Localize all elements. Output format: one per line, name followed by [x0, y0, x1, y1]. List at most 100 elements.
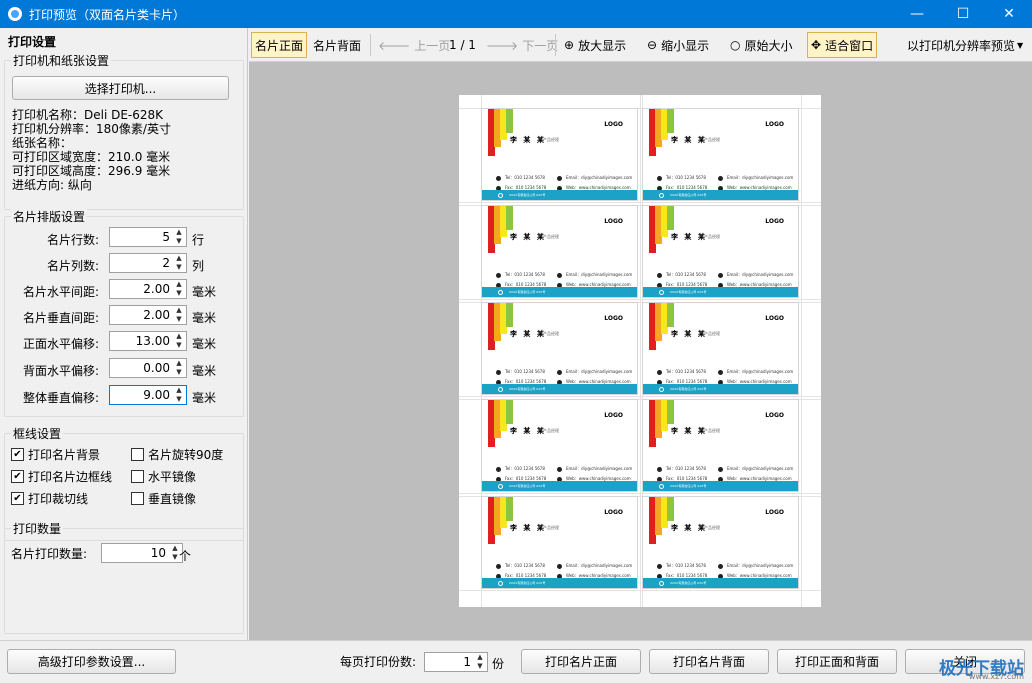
h-mirror-checkbox[interactable]: 水平镜像: [131, 468, 196, 485]
zoom-in-icon: ⊕: [564, 38, 575, 52]
resolution-preview-dropdown[interactable]: 以打印机分辨率预览 ▼: [904, 32, 1026, 58]
rotate-checkbox[interactable]: 名片旋转90度: [131, 446, 223, 463]
print-cutline-checkbox[interactable]: ✔ 打印裁切线: [11, 490, 88, 507]
card-tel: Tel：010 1234 5678: [657, 562, 706, 570]
card-role: 产品经理: [543, 525, 559, 530]
title-bar: 打印预览（双面名片类卡片） — ☐ ✕: [0, 0, 1032, 28]
v-offset-spinner[interactable]: 9.00 ▲ ▼: [109, 385, 187, 405]
fit-window-button[interactable]: ✥ 适合窗口: [807, 32, 878, 58]
cols-label: 名片列数:: [46, 259, 99, 273]
frame-group-title: 框线设置: [11, 425, 64, 442]
card-name: 李 某 某: [510, 427, 546, 435]
feed-direction: 进纸方向: 纵向: [12, 178, 92, 192]
select-printer-button[interactable]: 选择打印机...: [12, 76, 229, 100]
panel-header: 打印设置: [8, 35, 57, 49]
tab-front[interactable]: 名片正面: [251, 32, 308, 58]
card-name: 李 某 某: [510, 330, 546, 338]
empty-check-icon: [131, 448, 144, 461]
close-window-button[interactable]: ✕: [986, 0, 1032, 28]
count-unit: 个: [179, 549, 192, 563]
card-tel: Tel：010 1234 5678: [496, 562, 545, 570]
zoom-in-button[interactable]: ⊕ 放大显示: [561, 32, 629, 58]
print-border-checkbox[interactable]: ✔ 打印名片边框线: [11, 468, 112, 485]
spin-arrows-icon[interactable]: ▲ ▼: [172, 306, 186, 324]
count-spinner[interactable]: 10 ▲ ▼: [101, 543, 183, 563]
spin-arrows-icon[interactable]: ▲ ▼: [172, 332, 186, 350]
paper-page: LOGO 李 某 某 产品经理 Tel：010 1234 5678 Fax：01…: [459, 95, 821, 607]
h-spacing-spinner[interactable]: 2.00 ▲ ▼: [109, 279, 187, 299]
location-icon: [659, 483, 664, 489]
copies-spinner[interactable]: 1 ▲ ▼: [424, 652, 488, 672]
cut-line: [459, 202, 821, 203]
v-spacing-spinner[interactable]: 2.00 ▲ ▼: [109, 305, 187, 325]
email-icon: [557, 272, 562, 278]
preview-area: LOGO 李 某 某 产品经理 Tel：010 1234 5678 Fax：01…: [249, 62, 1032, 640]
spin-arrows-icon[interactable]: ▲ ▼: [172, 254, 186, 272]
prev-page-button[interactable]: 🡐 上一页: [375, 32, 453, 58]
minimize-button[interactable]: —: [894, 0, 940, 28]
spin-arrows-icon[interactable]: ▲ ▼: [172, 359, 186, 377]
email-icon: [557, 175, 562, 181]
location-icon: [498, 289, 503, 295]
rows-spinner[interactable]: 5 ▲ ▼: [109, 227, 187, 247]
print-back-button[interactable]: 打印名片背面: [649, 649, 769, 674]
spin-arrows-icon[interactable]: ▲ ▼: [172, 386, 186, 404]
phone-icon: [496, 369, 501, 375]
check-icon: ✔: [11, 492, 24, 505]
tab-back[interactable]: 名片背面: [310, 32, 364, 58]
phone-icon: [657, 563, 662, 569]
v-mirror-checkbox[interactable]: 垂直镜像: [131, 490, 196, 507]
phone-icon: [657, 175, 662, 181]
back-offset-spinner[interactable]: 0.00 ▲ ▼: [109, 358, 187, 378]
print-bg-checkbox[interactable]: ✔ 打印名片背景: [11, 446, 100, 463]
printer-name: 打印机名称：Deli DE-628K: [12, 108, 164, 122]
business-card: LOGO 李 某 某 产品经理 Tel：010 1234 5678 Fax：01…: [642, 108, 799, 201]
cols-spinner[interactable]: 2 ▲ ▼: [109, 253, 187, 273]
count-group-title: 打印数量: [11, 520, 64, 537]
next-page-button[interactable]: 🡒 下一页: [483, 32, 561, 58]
print-both-button[interactable]: 打印正面和背面: [777, 649, 897, 674]
phone-icon: [496, 272, 501, 278]
email-icon: [718, 563, 723, 569]
card-footer: XXXX有限责任公司 XXX号: [643, 287, 798, 297]
print-front-button[interactable]: 打印名片正面: [521, 649, 641, 674]
layout-group-title: 名片排版设置: [11, 208, 88, 225]
watermark-logo: 极光下载站 www.xz7.com: [939, 654, 1024, 681]
card-footer: XXXX有限责任公司 XXX号: [643, 578, 798, 588]
spin-arrows-icon[interactable]: ▲ ▼: [172, 280, 186, 298]
business-card: LOGO 李 某 某 产品经理 Tel：010 1234 5678 Fax：01…: [481, 399, 638, 492]
business-card: LOGO 李 某 某 产品经理 Tel：010 1234 5678 Fax：01…: [481, 205, 638, 298]
card-email: Email：diy@chinadiyimages.com: [718, 368, 793, 376]
card-logo: LOGO: [604, 412, 623, 419]
v-spacing-label: 名片垂直间距:: [22, 311, 99, 325]
zoom-out-button[interactable]: ⊖ 缩小显示: [644, 32, 712, 58]
card-email: Email：diy@chinadiyimages.com: [718, 271, 793, 279]
spin-arrows-icon[interactable]: ▲ ▼: [473, 653, 487, 671]
phone-icon: [496, 466, 501, 472]
watermark-url: www.xz7.com: [968, 672, 1024, 681]
stripe-green: [667, 497, 674, 521]
printer-group-title: 打印机和纸张设置: [11, 52, 112, 69]
cut-line: [459, 396, 821, 397]
stripe-green: [667, 109, 674, 133]
business-card: LOGO 李 某 某 产品经理 Tel：010 1234 5678 Fax：01…: [642, 496, 799, 589]
paper-name: 纸张名称：: [12, 136, 73, 150]
card-name: 李 某 某: [671, 233, 707, 241]
location-icon: [659, 289, 664, 295]
maximize-button[interactable]: ☐: [940, 0, 986, 28]
original-size-button[interactable]: ○ 原始大小: [727, 32, 796, 58]
window-controls: — ☐ ✕: [894, 0, 1032, 28]
front-offset-spinner[interactable]: 13.00 ▲ ▼: [109, 331, 187, 351]
card-tel: Tel：010 1234 5678: [496, 465, 545, 473]
card-role: 产品经理: [543, 234, 559, 239]
spin-arrows-icon[interactable]: ▲ ▼: [172, 228, 186, 246]
advanced-settings-button[interactable]: 高级打印参数设置...: [7, 649, 176, 674]
card-tel: Tel：010 1234 5678: [496, 368, 545, 376]
card-tel: Tel：010 1234 5678: [657, 174, 706, 182]
window-title: 打印预览（双面名片类卡片）: [29, 7, 186, 22]
business-card: LOGO 李 某 某 产品经理 Tel：010 1234 5678 Fax：01…: [642, 399, 799, 492]
zoom-out-icon: ⊖: [647, 38, 658, 52]
stripe-green: [506, 206, 513, 230]
check-icon: ✔: [11, 470, 24, 483]
business-card: LOGO 李 某 某 产品经理 Tel：010 1234 5678 Fax：01…: [481, 108, 638, 201]
